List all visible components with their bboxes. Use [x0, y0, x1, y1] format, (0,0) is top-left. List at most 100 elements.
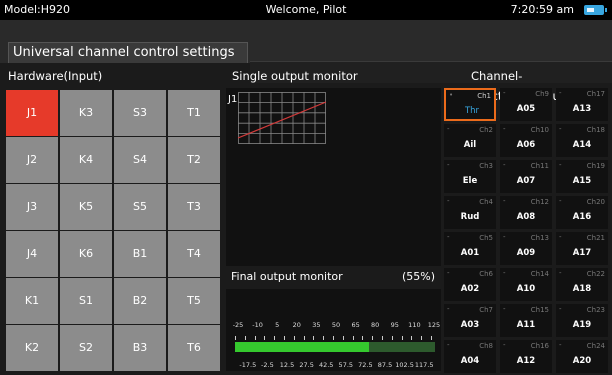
hardware-input-k4[interactable]: K4: [60, 137, 112, 183]
channel-indicator: -: [447, 341, 450, 349]
scale-bottom-label: 87.5: [377, 361, 393, 369]
channel-cell-ch7[interactable]: - Ch7 A03: [444, 304, 496, 337]
channel-function: A01: [460, 248, 480, 258]
channel-function: A04: [460, 356, 480, 366]
monitor-channel-label: J1: [228, 94, 238, 105]
hardware-input-k3[interactable]: K3: [60, 90, 112, 136]
channel-number: Ch21: [586, 234, 605, 242]
channel-cell-ch19[interactable]: - Ch19 A15: [556, 160, 608, 193]
channel-function: A03: [460, 320, 480, 330]
channel-cell-ch16[interactable]: - Ch16 A12: [500, 340, 552, 373]
scale-bottom-label: 117.5: [414, 361, 434, 369]
channel-cell-ch11[interactable]: - Ch11 A07: [500, 160, 552, 193]
channel-number: Ch18: [586, 126, 605, 134]
channel-function-heading: Channel-Function(Output): [471, 69, 569, 103]
hardware-input-heading: Hardware(Input): [8, 69, 103, 83]
channel-function: A16: [572, 212, 592, 222]
channel-number: Ch14: [530, 270, 549, 278]
tab-universal-channel-control[interactable]: Universal channel control settings: [8, 42, 248, 63]
scale-top-label: -25: [232, 321, 244, 329]
channel-number: Ch19: [586, 162, 605, 170]
final-output-header: Final output monitor (55%): [226, 268, 441, 286]
hardware-input-b2[interactable]: B2: [114, 278, 166, 324]
channel-cell-ch17[interactable]: - Ch17 A13: [556, 88, 608, 121]
hardware-input-k2[interactable]: K2: [6, 325, 58, 371]
hardware-input-k6[interactable]: K6: [60, 231, 112, 277]
channel-number: Ch5: [479, 234, 493, 242]
channel-cell-ch5[interactable]: - Ch5 A01: [444, 232, 496, 265]
scale-top: -25 -10 5 20 35 50 65 80 95 110 125: [226, 321, 441, 331]
channel-indicator: •: [449, 91, 454, 99]
channel-indicator: -: [559, 233, 562, 241]
hardware-input-k1[interactable]: K1: [6, 278, 58, 324]
channel-indicator: -: [559, 197, 562, 205]
channel-indicator: -: [447, 125, 450, 133]
channel-number: Ch24: [586, 342, 605, 350]
channel-cell-ch10[interactable]: - Ch10 A06: [500, 124, 552, 157]
channel-indicator: -: [503, 305, 506, 313]
channel-cell-ch13[interactable]: - Ch13 A09: [500, 232, 552, 265]
channel-cell-ch6[interactable]: - Ch6 A02: [444, 268, 496, 301]
hardware-input-j2[interactable]: J2: [6, 137, 58, 183]
channel-indicator: -: [503, 161, 506, 169]
hardware-input-t1[interactable]: T1: [168, 90, 220, 136]
hardware-input-s1[interactable]: S1: [60, 278, 112, 324]
hardware-input-t2[interactable]: T2: [168, 137, 220, 183]
hardware-input-s4[interactable]: S4: [114, 137, 166, 183]
channel-cell-ch4[interactable]: - Ch4 Rud: [444, 196, 496, 229]
hardware-input-b1[interactable]: B1: [114, 231, 166, 277]
hardware-input-s2[interactable]: S2: [60, 325, 112, 371]
hardware-input-grid: J1 K3 S3 T1 J2 K4 S4 T2 J3 K5 S5 T3 J4 K6 B1 T4 K1 S1 B2 T5…: [6, 90, 221, 371]
channel-cell-ch8[interactable]: - Ch8 A04: [444, 340, 496, 373]
channel-indicator: -: [503, 125, 506, 133]
channel-number: Ch7: [479, 306, 493, 314]
channel-cell-ch2[interactable]: - Ch2 Ail: [444, 124, 496, 157]
channel-cell-ch3[interactable]: - Ch3 Ele: [444, 160, 496, 193]
channel-function: A06: [516, 140, 536, 150]
scale-top-label: 50: [331, 321, 341, 329]
hardware-input-s3[interactable]: S3: [114, 90, 166, 136]
channel-function: A15: [572, 176, 592, 186]
hardware-input-k5[interactable]: K5: [60, 184, 112, 230]
channel-function: A08: [516, 212, 536, 222]
channel-function: A11: [516, 320, 536, 330]
channel-indicator: -: [447, 233, 450, 241]
channel-number: Ch2: [479, 126, 493, 134]
channel-cell-ch12[interactable]: - Ch12 A08: [500, 196, 552, 229]
scale-top-label: 80: [371, 321, 380, 329]
channel-cell-ch20[interactable]: - Ch20 A16: [556, 196, 608, 229]
channel-cell-ch22[interactable]: - Ch22 A18: [556, 268, 608, 301]
channel-number: Ch8: [479, 342, 493, 350]
channel-function: Ail: [463, 140, 477, 150]
channel-cell-ch9[interactable]: - Ch9 A05: [500, 88, 552, 121]
channel-cell-ch15[interactable]: - Ch15 A11: [500, 304, 552, 337]
hardware-input-t3[interactable]: T3: [168, 184, 220, 230]
channel-number: Ch10: [530, 126, 549, 134]
scale-bottom-label: -2.5: [261, 361, 274, 369]
channel-cell-ch18[interactable]: - Ch18 A14: [556, 124, 608, 157]
channel-cell-ch21[interactable]: - Ch21 A17: [556, 232, 608, 265]
hardware-input-t6[interactable]: T6: [168, 325, 220, 371]
channel-indicator: -: [559, 161, 562, 169]
channel-indicator: -: [447, 197, 450, 205]
hardware-input-j4[interactable]: J4: [6, 231, 58, 277]
hardware-input-t4[interactable]: T4: [168, 231, 220, 277]
single-output-monitor: J1: [226, 88, 441, 266]
channel-function-grid: • Ch1 Thr - Ch9 A05 - Ch17 A13 - Ch2 Ail - Ch10 A06 - Ch…: [444, 88, 609, 373]
channel-cell-ch24[interactable]: - Ch24 A20: [556, 340, 608, 373]
scale-top-label: 20: [292, 321, 301, 329]
channel-function: Thr: [464, 106, 480, 116]
hardware-input-b3[interactable]: B3: [114, 325, 166, 371]
channel-function: A02: [460, 284, 480, 294]
channel-cell-ch14[interactable]: - Ch14 A10: [500, 268, 552, 301]
channel-cell-ch1[interactable]: • Ch1 Thr: [444, 88, 496, 121]
channel-cell-ch23[interactable]: - Ch23 A19: [556, 304, 608, 337]
channel-number: Ch1: [477, 92, 491, 100]
hardware-input-t5[interactable]: T5: [168, 278, 220, 324]
channel-number: Ch20: [586, 198, 605, 206]
hardware-input-j1[interactable]: J1: [6, 90, 58, 136]
channel-indicator: -: [503, 197, 506, 205]
hardware-input-s5[interactable]: S5: [114, 184, 166, 230]
hardware-input-j3[interactable]: J3: [6, 184, 58, 230]
final-output-monitor: -25 -10 5 20 35 50 65 80 95 110 125 -17.5 -2.5 12.5 2…: [226, 289, 441, 371]
